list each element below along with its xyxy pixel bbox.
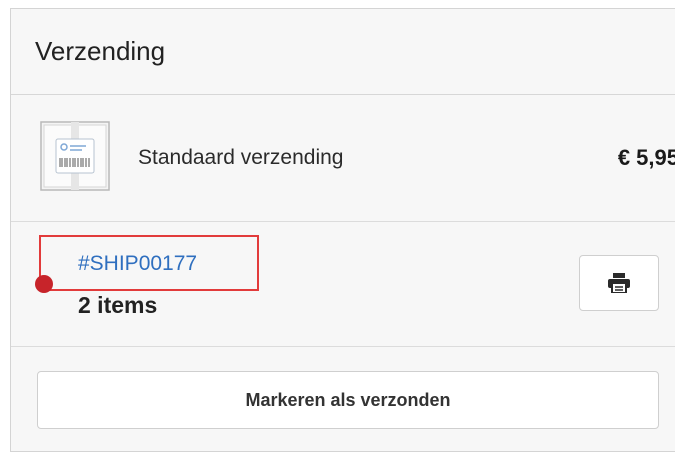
- shipping-method-row: Standaard verzending € 5,95: [11, 95, 675, 222]
- package-label-icon: [40, 121, 110, 191]
- shipment-items-count: 2 items: [78, 292, 158, 318]
- shipment-actions: Markeren als verzonden: [11, 347, 675, 451]
- cursor-marker-dot: [35, 275, 53, 293]
- print-button[interactable]: [579, 255, 659, 311]
- shipping-panel: Verzending Standaard verzending € 5,95 #…: [10, 8, 675, 452]
- shipping-method-price: € 5,95: [617, 145, 675, 170]
- shipment-row: #SHIP00177 2 items: [11, 222, 675, 347]
- shipping-method-label: Standaard verzending: [138, 146, 344, 169]
- mark-as-shipped-button[interactable]: Markeren als verzonden: [37, 371, 659, 429]
- shipping-header: Verzending: [11, 9, 675, 95]
- shipment-id-link[interactable]: #SHIP00177: [78, 252, 197, 276]
- shipping-title: Verzending: [35, 36, 166, 66]
- printer-icon: [608, 273, 630, 293]
